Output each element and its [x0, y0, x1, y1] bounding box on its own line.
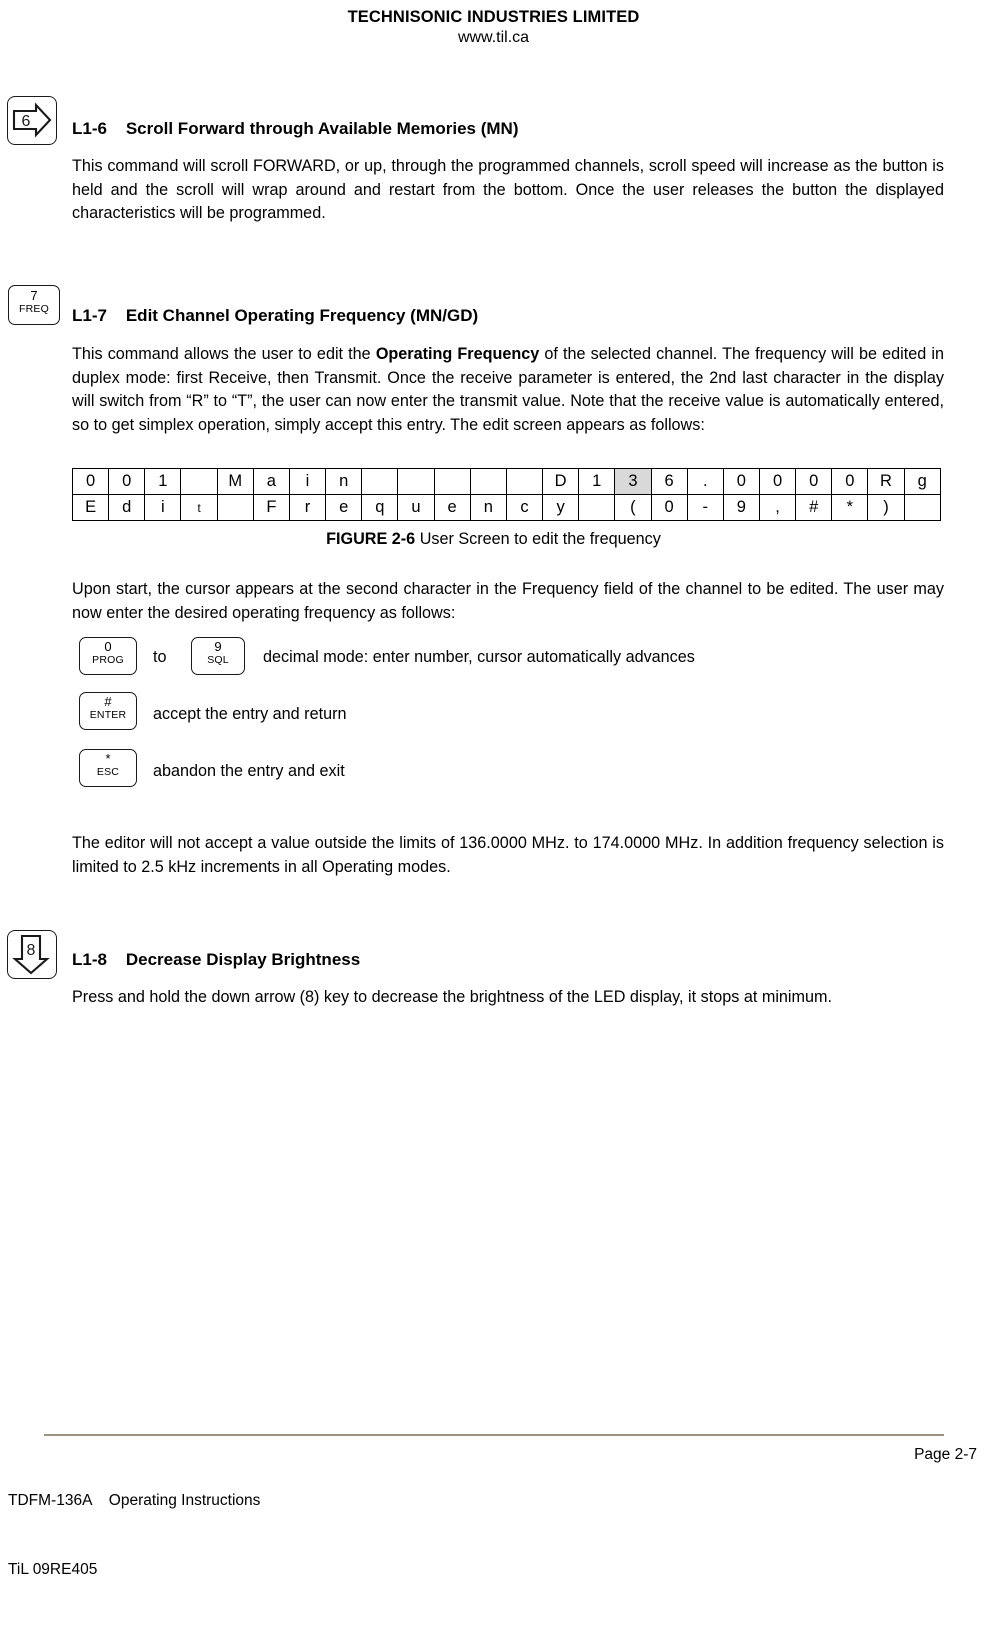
body-l1-7-part1: This command allows the user to edit the	[72, 345, 376, 363]
screen-cell: e	[325, 494, 363, 521]
screen-cell: g	[903, 468, 941, 495]
key-label-enter: ENTER	[89, 709, 127, 721]
key-label-prog: PROG	[92, 654, 124, 666]
key-digit-9: 9	[214, 639, 222, 654]
key-digit-6: 6	[22, 113, 31, 130]
screen-cell	[469, 468, 507, 495]
key-label-esc: ESC	[96, 766, 120, 778]
screen-cell: 0	[108, 468, 146, 495]
screen-cell: 0	[795, 468, 833, 495]
screen-cell: .	[686, 468, 724, 495]
page-header: TECHNISONIC INDUSTRIES LIMITED www.til.c…	[0, 0, 987, 49]
screen-cell	[505, 468, 544, 495]
company-name: TECHNISONIC INDUSTRIES LIMITED	[347, 8, 640, 26]
legend-description-decimal-mode: decimal mode: enter number, cursor autom…	[263, 648, 695, 666]
screen-cell: c	[505, 494, 544, 521]
screen-cell: n	[469, 494, 507, 521]
section-heading-l1-6: L1-6 Scroll Forward through Available Me…	[72, 119, 519, 138]
screen-cell	[903, 494, 941, 521]
section-body-l1-8: Press and hold the down arrow (8) key to…	[72, 988, 832, 1006]
screen-cell: y	[542, 494, 580, 521]
screen-cell	[433, 468, 471, 495]
screen-cell: D	[542, 468, 580, 495]
user-screen-grid: 001MainD136.0000Rg Ed i t Fr e q u e n c y(0-9, # *)	[71, 468, 941, 521]
screen-cell: 1	[144, 468, 182, 495]
screen-cell: E	[71, 494, 110, 521]
legend-description-abandon-entry: abandon the entry and exit	[153, 762, 345, 780]
legend-description-accept-entry: accept the entry and return	[153, 705, 347, 723]
section-body-l1-7: This command allows the user to edit the…	[72, 343, 944, 437]
figure-caption-text: User Screen to edit the frequency	[415, 530, 661, 548]
screen-cell: r	[288, 494, 327, 521]
screen-cell	[180, 468, 218, 495]
screen-cell: R	[867, 468, 905, 495]
screen-cell: i	[288, 468, 327, 495]
prog-key-icon[interactable]: 0 PROG	[79, 637, 137, 675]
decrease-brightness-key-icon[interactable]: 8	[7, 930, 57, 979]
footer-revision-line: TiL 09RE405	[8, 1561, 98, 1578]
screen-cell: n	[325, 468, 363, 495]
footer-page-number: Page 2-7	[914, 1446, 977, 1463]
screen-cell: ,	[758, 494, 797, 521]
freq-key-icon[interactable]: 7 FREQ	[8, 285, 60, 325]
company-website: www.til.ca	[457, 29, 530, 46]
screen-cell: 6	[650, 468, 688, 495]
screen-cell: )	[867, 494, 905, 521]
legend-connector-to: to	[153, 648, 167, 666]
screen-cell: i	[144, 494, 182, 521]
screen-cell: 0	[650, 494, 688, 521]
figure-caption: FIGURE 2-6 User Screen to edit the frequ…	[0, 528, 987, 550]
key-digit-0: 0	[104, 639, 112, 654]
section-heading-l1-8: L1-8 Decrease Display Brightness	[72, 950, 361, 969]
enter-key-icon[interactable]: # ENTER	[79, 692, 137, 730]
key-digit-7: 7	[30, 288, 38, 303]
section-heading-l1-7: L1-7 Edit Channel Operating Frequency (M…	[72, 306, 479, 325]
screen-cell: 0	[722, 468, 760, 495]
screen-cell: F	[252, 494, 290, 521]
screen-cell: (	[614, 494, 652, 521]
scroll-forward-key-icon[interactable]: 6	[7, 96, 57, 145]
screen-cell: e	[433, 494, 471, 521]
section-body-l1-6: This command will scroll FORWARD, or up,…	[72, 157, 944, 222]
footer-left-block: TDFM-136A Operating Instructions TiL 09R…	[8, 1443, 260, 1627]
screen-row-2: Ed i t Fr e q u e n c y(0-9, # *)	[71, 494, 941, 521]
screen-cell: 9	[722, 494, 760, 521]
key-label-sql: SQL	[207, 654, 229, 666]
screen-cell	[361, 468, 399, 495]
screen-cell: 1	[578, 468, 616, 495]
screen-cell: u	[397, 494, 435, 521]
screen-cell	[397, 468, 435, 495]
figure-2-6-screen-table: 001MainD136.0000Rg Ed i t Fr e q u e n c y(0-9, # *)	[71, 468, 941, 521]
screen-cell: d	[108, 494, 146, 521]
key-digit-8: 8	[27, 942, 36, 959]
key-digit-star: *	[105, 751, 111, 766]
editor-limits-paragraph: The editor will not accept a value outsi…	[72, 834, 944, 876]
screen-cell: q	[361, 494, 399, 521]
footer-divider	[44, 1434, 944, 1436]
screen-cell: -	[686, 494, 724, 521]
upon-start-paragraph: Upon start, the cursor appears at the se…	[72, 580, 944, 622]
figure-caption-label: FIGURE 2-6	[326, 530, 416, 548]
down-arrow-glyph: 8	[12, 934, 50, 975]
footer-doc-line: TDFM-136A Operating Instructions	[8, 1492, 261, 1509]
screen-row-1: 001MainD136.0000Rg	[71, 468, 941, 495]
screen-cell: 0	[71, 468, 110, 495]
sql-key-icon[interactable]: 9 SQL	[191, 637, 245, 675]
screen-cell	[578, 494, 616, 521]
right-arrow-glyph: 6	[12, 102, 52, 138]
screen-cell: *	[831, 494, 869, 521]
screen-cell: M	[216, 468, 254, 495]
key-label-freq: FREQ	[19, 303, 49, 315]
screen-cell: 3	[614, 468, 652, 495]
screen-cell: 0	[831, 468, 869, 495]
body-l1-7-bold: Operating Frequency	[375, 345, 540, 363]
screen-cell	[216, 494, 254, 521]
screen-cell: t	[180, 494, 218, 521]
screen-cell: 0	[758, 468, 797, 495]
screen-cell: #	[795, 494, 833, 521]
screen-cell: a	[252, 468, 290, 495]
key-digit-hash: #	[104, 694, 112, 709]
esc-key-icon[interactable]: * ESC	[79, 749, 137, 787]
